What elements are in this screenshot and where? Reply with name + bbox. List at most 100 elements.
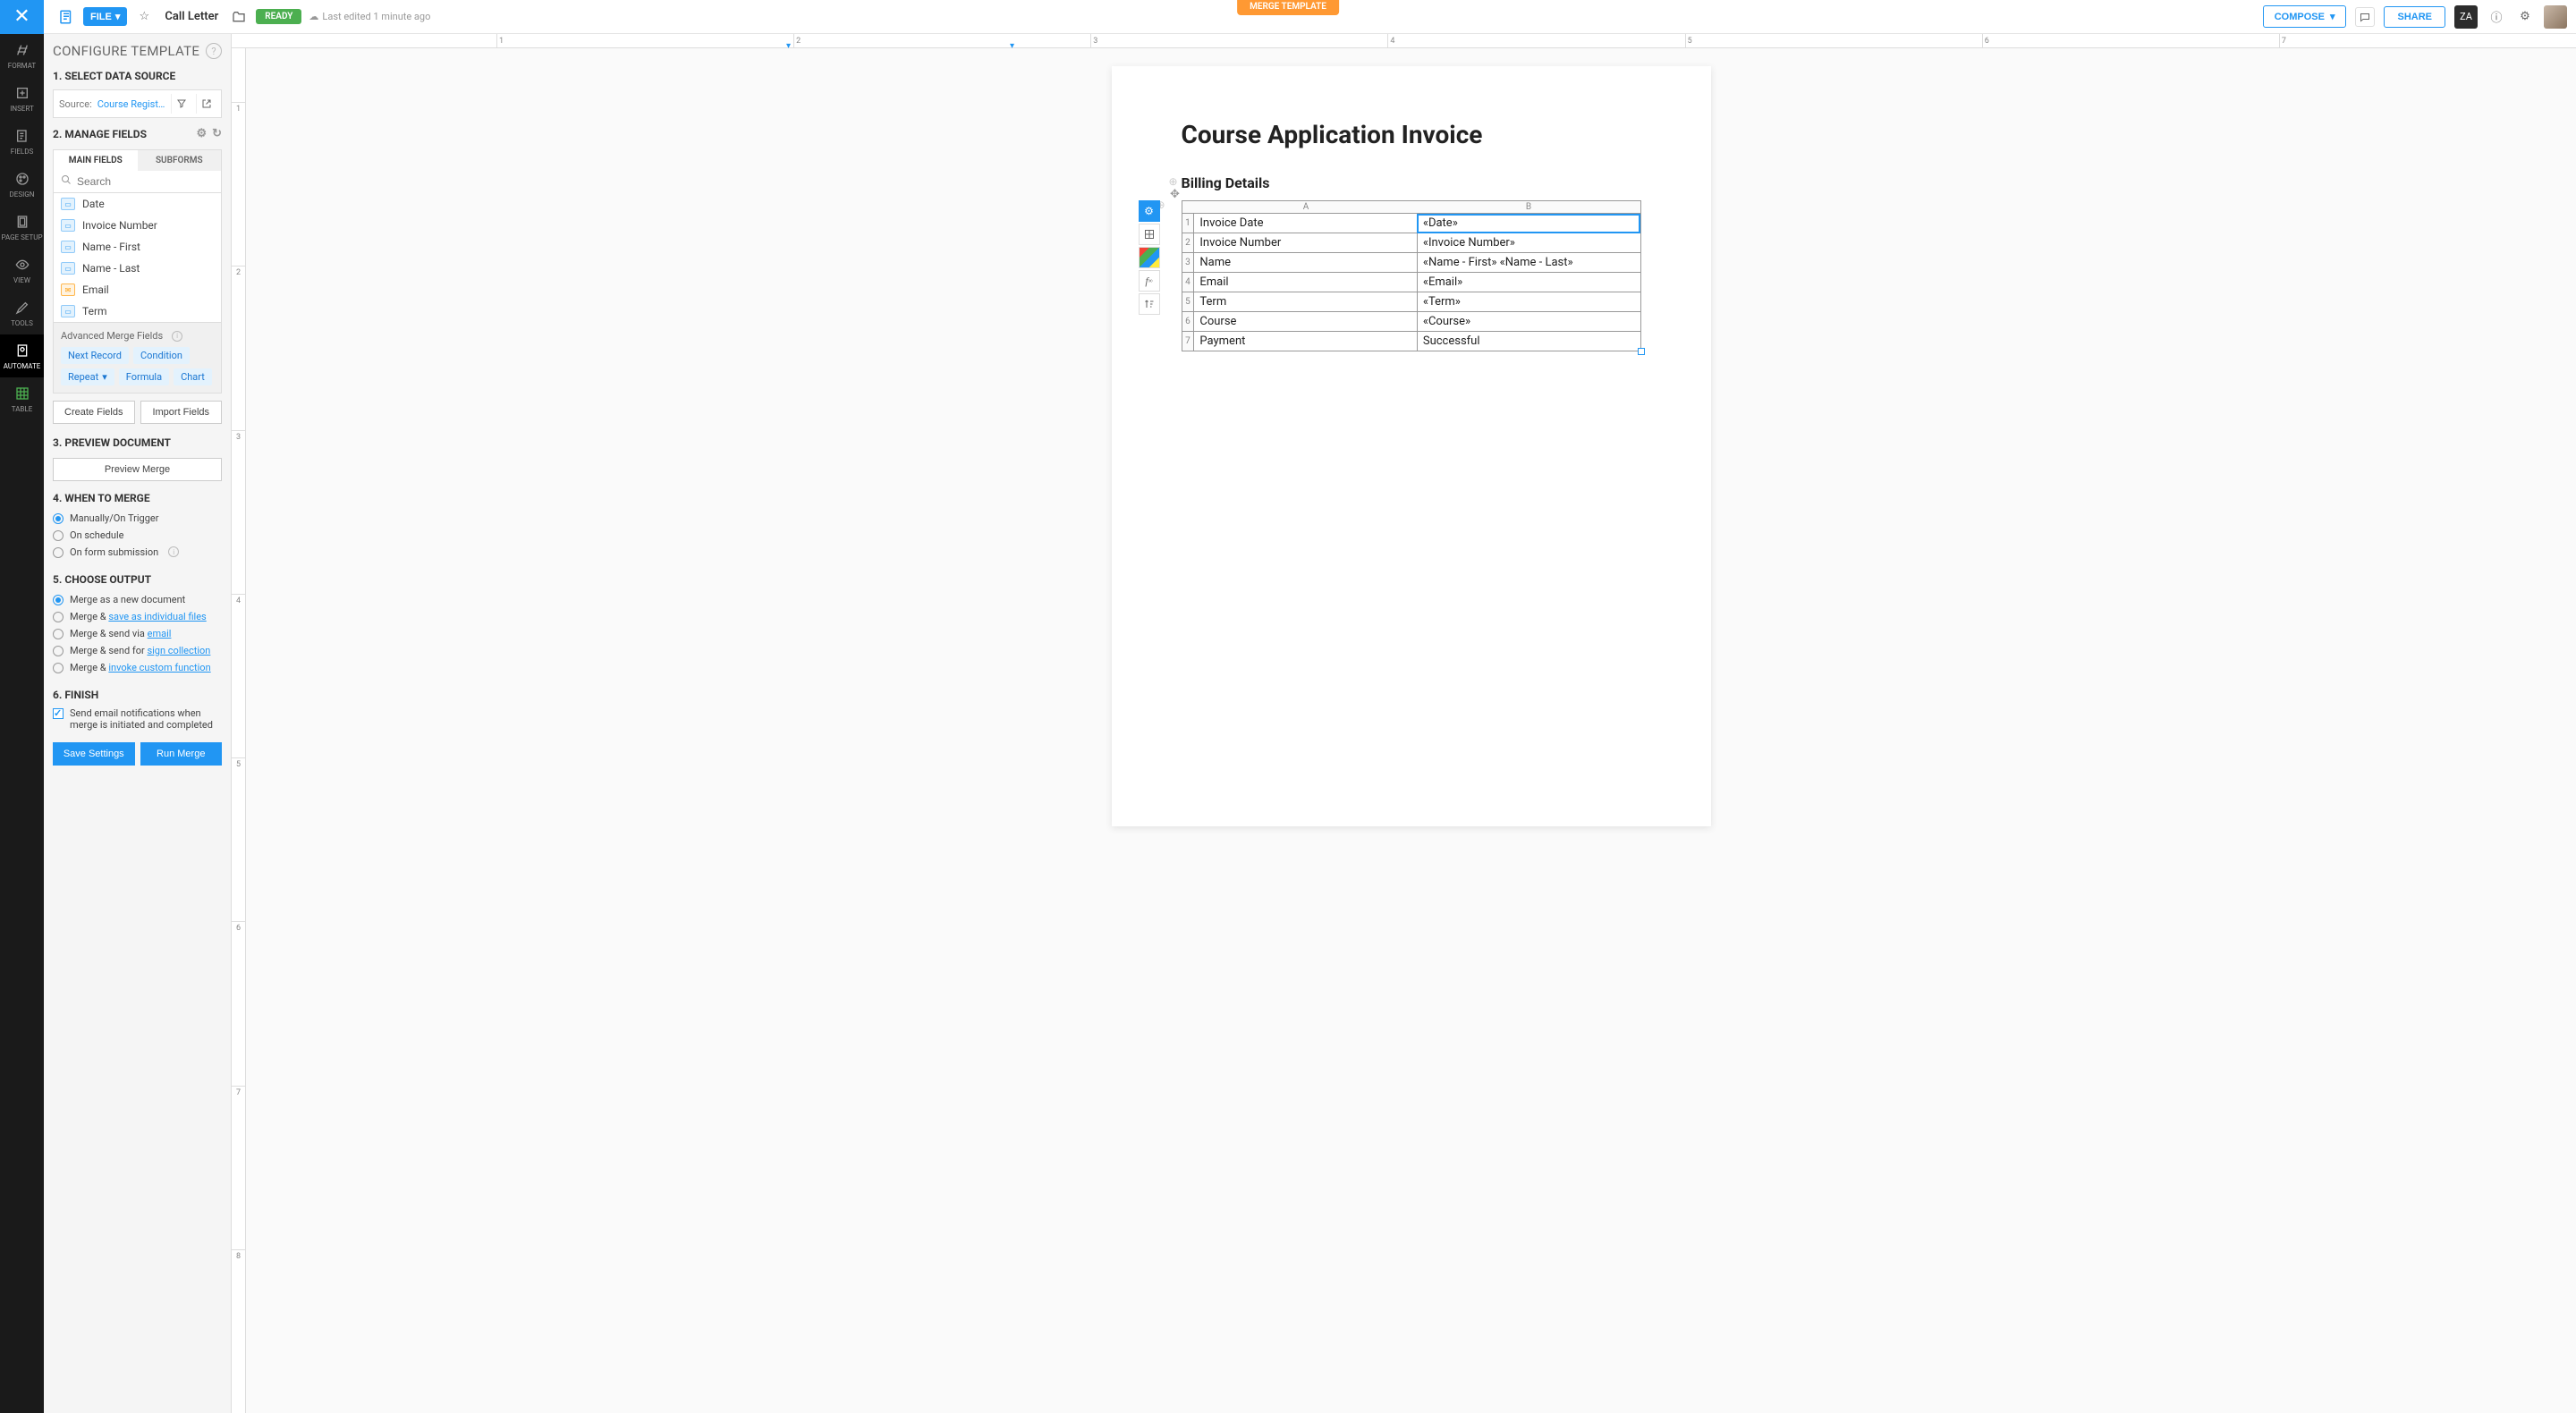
folder-icon[interactable] xyxy=(229,7,249,27)
help-icon[interactable]: ? xyxy=(206,43,222,59)
row-number[interactable]: 2 xyxy=(1182,233,1194,253)
row-number[interactable]: 1 xyxy=(1182,214,1194,233)
document-page[interactable]: Course Application Invoice Billing Detai… xyxy=(1112,66,1711,826)
tab-subforms[interactable]: SUBFORMS xyxy=(138,150,222,171)
doc-heading-2[interactable]: Billing Details xyxy=(1182,174,1641,191)
link-sign-collection[interactable]: sign collection xyxy=(147,645,210,656)
create-fields-button[interactable]: Create Fields xyxy=(53,401,135,424)
radio-manually[interactable]: Manually/On Trigger xyxy=(53,510,222,527)
link-individual-files[interactable]: save as individual files xyxy=(108,611,206,622)
nav-table[interactable]: TABLE xyxy=(0,377,44,420)
table-cell[interactable]: Invoice Date xyxy=(1194,214,1417,233)
table-grid-icon[interactable] xyxy=(1139,224,1160,245)
nav-automate[interactable]: AUTOMATE xyxy=(0,334,44,377)
document-icon[interactable] xyxy=(56,7,76,27)
table-resize-handle[interactable] xyxy=(1638,348,1645,355)
nav-view[interactable]: VIEW xyxy=(0,249,44,292)
avatar[interactable] xyxy=(2544,5,2567,29)
table-move-handle[interactable]: ✥ xyxy=(1169,188,1182,200)
tab-main-fields[interactable]: MAIN FIELDS xyxy=(54,150,138,171)
table-cell[interactable]: Successful xyxy=(1417,332,1640,351)
chip-next-record[interactable]: Next Record xyxy=(61,347,129,364)
info-icon[interactable]: i xyxy=(168,546,179,557)
ruler-marker-left[interactable]: ▾ xyxy=(786,41,791,51)
row-number[interactable]: 6 xyxy=(1182,312,1194,332)
table-cell[interactable]: «Invoice Number» xyxy=(1417,233,1640,253)
share-button[interactable]: SHARE xyxy=(2384,6,2445,28)
star-icon[interactable]: ☆ xyxy=(134,7,154,27)
radio-schedule[interactable]: On schedule xyxy=(53,527,222,544)
chip-formula[interactable]: Formula xyxy=(119,368,169,385)
col-header-blank[interactable] xyxy=(1182,201,1195,213)
user-initials-badge[interactable]: ZA xyxy=(2454,5,2478,29)
nav-page-setup[interactable]: PAGE SETUP xyxy=(0,206,44,249)
row-number[interactable]: 5 xyxy=(1182,292,1194,312)
table-cell[interactable]: «Email» xyxy=(1417,273,1640,292)
chip-repeat[interactable]: Repeat▾ xyxy=(61,368,114,385)
link-email[interactable]: email xyxy=(148,628,172,639)
table-cell[interactable]: Course xyxy=(1194,312,1417,332)
col-header-a[interactable]: A xyxy=(1195,201,1418,213)
ruler-marker-right[interactable]: ▾ xyxy=(1010,41,1014,51)
table-cell[interactable]: «Date» xyxy=(1417,214,1640,233)
app-logo[interactable]: ✕ xyxy=(0,0,44,34)
nav-design[interactable]: DESIGN xyxy=(0,163,44,206)
table-sort-icon[interactable] xyxy=(1139,293,1160,315)
radio-form-submission[interactable]: On form submissioni xyxy=(53,544,222,561)
chip-condition[interactable]: Condition xyxy=(133,347,190,364)
field-item-name-last[interactable]: ▭Name - Last xyxy=(54,258,221,279)
chat-icon[interactable] xyxy=(2355,7,2375,27)
table-cell[interactable]: «Course» xyxy=(1417,312,1640,332)
document-title[interactable]: Call Letter xyxy=(165,10,218,23)
radio-new-document[interactable]: Merge as a new document xyxy=(53,591,222,608)
field-item-name-first[interactable]: ▭Name - First xyxy=(54,236,221,258)
table-cell[interactable]: Email xyxy=(1194,273,1417,292)
table-row: 4Email«Email» xyxy=(1182,273,1640,292)
radio-sign-collection[interactable]: Merge & send for sign collection xyxy=(53,642,222,659)
table-cell[interactable]: Term xyxy=(1194,292,1417,312)
filter-icon[interactable] xyxy=(171,94,191,114)
nav-format[interactable]: FORMAT xyxy=(0,34,44,77)
preview-merge-button[interactable]: Preview Merge xyxy=(53,458,222,481)
field-item-date[interactable]: ▭Date xyxy=(54,193,221,215)
col-header-b[interactable]: B xyxy=(1418,201,1640,213)
source-value[interactable]: Course Registrati... xyxy=(97,98,165,110)
run-merge-button[interactable]: Run Merge xyxy=(140,742,223,766)
field-search-input[interactable] xyxy=(77,175,216,188)
import-fields-button[interactable]: Import Fields xyxy=(140,401,223,424)
field-item-invoice-number[interactable]: ▭Invoice Number xyxy=(54,215,221,236)
table-cell[interactable]: Name xyxy=(1194,253,1417,273)
compose-button[interactable]: COMPOSE▾ xyxy=(2263,5,2347,28)
save-settings-button[interactable]: Save Settings xyxy=(53,742,135,766)
gear-icon[interactable]: ⚙ xyxy=(196,127,207,140)
info-icon[interactable]: i xyxy=(172,331,182,342)
external-link-icon[interactable] xyxy=(196,94,216,114)
gear-icon[interactable]: ⚙ xyxy=(2515,7,2535,27)
radio-custom-function[interactable]: Merge & invoke custom function xyxy=(53,659,222,676)
radio-individual-files[interactable]: Merge & save as individual files xyxy=(53,608,222,625)
file-menu-button[interactable]: FILE▾ xyxy=(83,7,127,26)
table-settings-icon[interactable]: ⚙ xyxy=(1139,200,1160,222)
field-item-term[interactable]: ▭Term xyxy=(54,300,221,322)
nav-insert[interactable]: INSERT xyxy=(0,77,44,120)
add-row-top-icon[interactable]: ⊕ xyxy=(1169,175,1178,188)
check-email-notifications[interactable]: Send email notifications when merge is i… xyxy=(44,705,231,733)
radio-send-email[interactable]: Merge & send via email xyxy=(53,625,222,642)
table-cell[interactable]: «Name - First» «Name - Last» xyxy=(1417,253,1640,273)
link-custom-function[interactable]: invoke custom function xyxy=(108,662,210,673)
table-colors-icon[interactable] xyxy=(1139,247,1160,268)
doc-heading-1[interactable]: Course Application Invoice xyxy=(1182,120,1641,149)
nav-fields[interactable]: FIELDS xyxy=(0,120,44,163)
row-number[interactable]: 7 xyxy=(1182,332,1194,351)
row-number[interactable]: 4 xyxy=(1182,273,1194,292)
info-icon[interactable]: ⓘ xyxy=(2487,7,2506,27)
table-formula-icon[interactable]: f∞ xyxy=(1139,270,1160,292)
nav-tools[interactable]: TOOLS xyxy=(0,292,44,334)
table-cell[interactable]: «Term» xyxy=(1417,292,1640,312)
refresh-icon[interactable]: ↻ xyxy=(212,127,222,140)
table-cell[interactable]: Payment xyxy=(1194,332,1417,351)
field-item-email[interactable]: ✉Email xyxy=(54,279,221,300)
row-number[interactable]: 3 xyxy=(1182,253,1194,273)
chip-chart[interactable]: Chart xyxy=(174,368,212,385)
table-cell[interactable]: Invoice Number xyxy=(1194,233,1417,253)
